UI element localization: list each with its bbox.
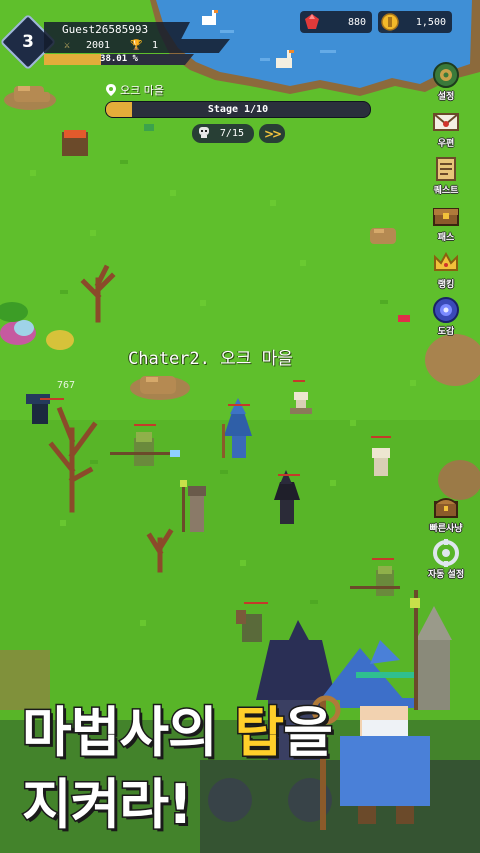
promo-banner-highlight: 탑 — [233, 700, 286, 766]
wave-counter: 7/15 — [192, 124, 254, 143]
chapter-title: Chater2. 오크 마을 — [128, 349, 293, 369]
side-menu-quest[interactable]: 퀘스트 — [428, 154, 464, 200]
promo-banner-text: 을 — [282, 700, 335, 766]
player-stats: ⚔ 2001 🏆 1 — [44, 39, 230, 53]
trophy-icon: 🏆 — [130, 40, 143, 51]
sword-icon: ⚔ — [64, 40, 71, 51]
side-menu-label: 우편 — [437, 139, 455, 149]
gem-amount: 880 — [347, 16, 366, 28]
quest-icon — [436, 157, 456, 181]
promo-banner-line1: 마법사의 탑을 — [21, 688, 335, 767]
codex-icon — [433, 297, 459, 323]
player-level: 3 — [22, 32, 34, 52]
side-menu-settings[interactable]: 설정 — [428, 60, 464, 106]
side-menu-mail[interactable]: 우편 — [428, 107, 464, 153]
fast-forward-button[interactable]: >> — [259, 124, 285, 143]
side-menu-label: 자동 설정 — [427, 570, 465, 580]
side-menu-label: 랭킹 — [437, 280, 455, 290]
quick-hunt-icon — [434, 498, 458, 518]
attack-power: 2001 — [86, 40, 111, 51]
side-menu-label: 도감 — [437, 327, 455, 337]
promo-banner-line2: 지켜라! — [21, 772, 195, 838]
game-screen: 3 Guest26585993 ⚔ 2001 🏆 1 38.01 % 880 1… — [0, 0, 480, 853]
damage-number: 767 — [57, 380, 76, 391]
wave-count: 7/15 — [219, 128, 244, 139]
gem-counter[interactable]: 880 — [300, 11, 372, 33]
side-menu-auto-setting[interactable]: 자동 설정 — [428, 538, 464, 584]
stage-progress-bar: Stage 1/10 — [105, 101, 371, 118]
settings-icon — [433, 62, 459, 88]
location-name: 오크 마을 — [120, 84, 164, 97]
mail-icon — [433, 113, 459, 131]
side-menu-ranking[interactable]: 랭킹 — [428, 248, 464, 294]
side-menu-label: 퀘스트 — [433, 186, 459, 196]
fast-forward-icon: >> — [263, 126, 282, 141]
ranking-icon — [434, 251, 458, 271]
pass-icon — [433, 208, 459, 226]
auto-setting-icon — [433, 539, 459, 567]
side-menu-label: 빠른사냥 — [429, 524, 463, 534]
side-menu-label: 설정 — [437, 92, 455, 102]
gold-amount: 1,500 — [415, 16, 446, 28]
skull-icon — [199, 127, 209, 138]
promo-banner-text: 마법사의 — [21, 700, 235, 766]
side-menu-codex[interactable]: 도감 — [428, 295, 464, 341]
player-name: Guest26585993 — [44, 22, 190, 39]
side-menu-pass[interactable]: 패스 — [428, 201, 464, 247]
gold-counter[interactable]: 1,500 — [378, 11, 452, 33]
exp-percent: 38.01 % — [100, 54, 138, 64]
gold-coin-icon — [381, 13, 399, 31]
ruby-gem-icon — [305, 14, 319, 29]
player-info-panel[interactable]: 3 Guest26585993 ⚔ 2001 🏆 1 38.01 % — [0, 8, 234, 71]
side-menu-quick-hunt[interactable]: 빠른사냥 — [428, 492, 464, 538]
trophy-count: 1 — [152, 40, 159, 51]
location-pin-icon — [106, 84, 116, 96]
side-menu-label: 패스 — [437, 233, 455, 243]
stage-label: Stage 1/10 — [207, 104, 269, 115]
